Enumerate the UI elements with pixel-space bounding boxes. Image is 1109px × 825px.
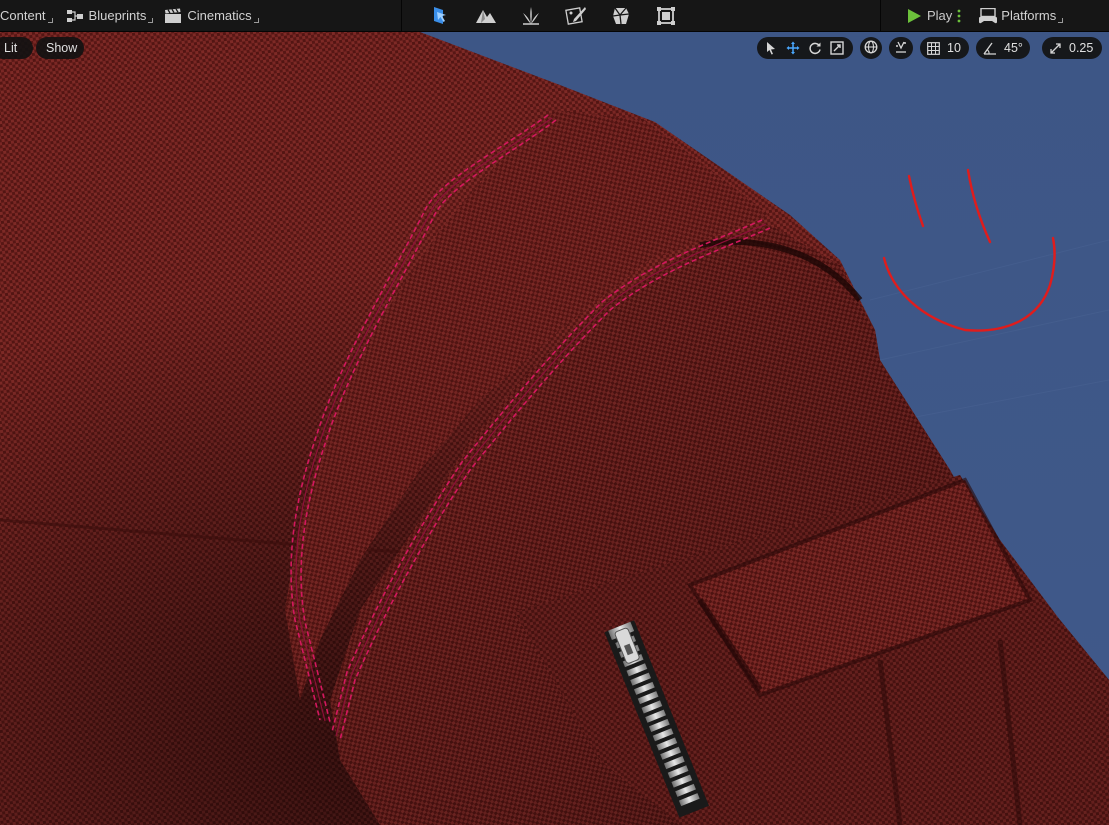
cinematics-menu-button[interactable]: Cinematics [158,0,259,31]
content-label: Content [0,8,46,23]
grid-snap-value: 10 [947,41,961,55]
platforms-menu-button[interactable]: Platforms [972,0,1064,31]
foliage-mode-icon[interactable] [508,0,553,31]
transform-tools-group [757,37,853,59]
grid-icon [927,41,940,55]
play-button[interactable]: Play [900,0,960,31]
coordinate-system-button[interactable] [860,37,882,59]
blueprints-menu-button[interactable]: Blueprints [60,0,155,31]
globe-icon [864,40,878,57]
main-toolbar: Content Blueprints Cinematics Play Platf… [0,0,1109,32]
fracture-mode-icon[interactable] [598,0,643,31]
toolbar-left-group: Content Blueprints Cinematics [0,0,260,31]
play-label: Play [927,8,953,23]
scale-arrow-icon [1049,42,1062,55]
surface-snap-icon [893,39,909,58]
modeling-mode-icon[interactable] [643,0,688,31]
rotation-snap-value: 45° [1004,41,1023,55]
view-mode-button[interactable]: Lit [0,37,33,59]
toolbar-separator [401,0,402,31]
rotate-icon[interactable] [804,37,826,59]
platforms-icon [978,7,998,24]
blueprint-icon [66,8,84,24]
scale-snap-value: 0.25 [1069,41,1094,55]
mesh-paint-mode-icon[interactable] [553,0,598,31]
angle-icon [983,42,997,55]
scale-icon[interactable] [826,37,848,59]
content-menu-button[interactable]: Content [0,0,54,31]
surface-snapping-button[interactable] [889,37,913,59]
viewport-scene [0,32,1109,825]
grid-snap-button[interactable]: 10 [920,37,969,59]
rotation-snap-button[interactable]: 45° [976,37,1030,59]
dropdown-corner-icon [47,18,53,23]
scale-snap-button[interactable]: 0.25 [1042,37,1102,59]
select-mode-icon[interactable] [418,0,463,31]
show-menu-button[interactable]: Show [36,37,84,59]
view-mode-label: Lit [4,41,18,55]
translate-icon[interactable] [782,37,804,59]
cinematics-label: Cinematics [187,8,252,23]
dropdown-corner-icon [148,18,154,23]
toolbar-right-group: Play Platforms [900,0,1064,31]
editor-modes-group [418,0,688,31]
platforms-label: Platforms [1001,8,1057,23]
landscape-mode-icon[interactable] [463,0,508,31]
clapperboard-icon [164,8,182,24]
show-label: Show [46,41,78,55]
dropdown-corner-icon [1058,18,1064,23]
select-arrow-icon[interactable] [760,37,782,59]
toolbar-separator [880,0,881,31]
dropdown-corner-icon [253,18,259,23]
play-icon [906,8,922,24]
blueprints-label: Blueprints [88,8,147,23]
level-viewport[interactable]: Lit Show 10 45° 0.25 [0,32,1109,825]
